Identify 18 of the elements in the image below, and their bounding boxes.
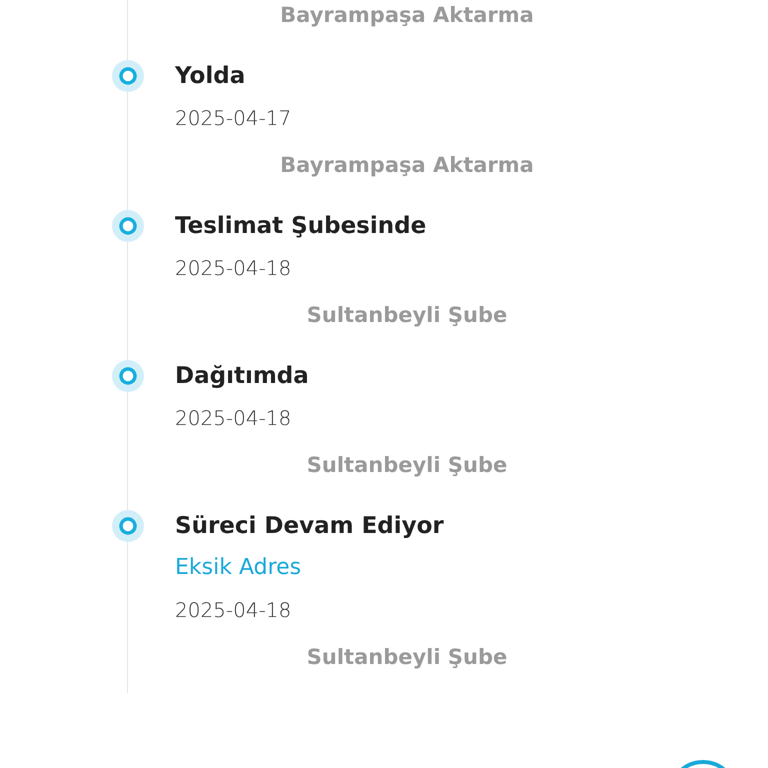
event-location: Bayrampaşa Aktarma — [279, 152, 535, 179]
event-date: 2025-04-18 — [175, 255, 292, 282]
event-title: Yolda — [175, 62, 246, 91]
event-date: 2025-04-18 — [175, 597, 292, 624]
event-title: Dağıtımda — [175, 362, 310, 391]
event-date: 2025-04-18 — [175, 405, 292, 432]
event-note: Eksik Adres — [175, 554, 302, 582]
event-location: Sultanbeyli Şube — [306, 302, 508, 329]
event-location: Sultanbeyli Şube — [306, 452, 508, 479]
event-location: Bayrampaşa Aktarma — [279, 2, 535, 29]
event-title: Süreci Devam Ediyor — [175, 512, 445, 541]
event-date: 2025-04-17 — [175, 105, 292, 132]
event-location: Sultanbeyli Şube — [306, 644, 508, 671]
timeline-dot-icon — [112, 510, 144, 542]
timeline-dot-icon — [112, 360, 144, 392]
timeline-dot-icon — [112, 210, 144, 242]
timeline-dot-icon — [112, 60, 144, 92]
event-title: Teslimat Şubesinde — [175, 212, 428, 241]
